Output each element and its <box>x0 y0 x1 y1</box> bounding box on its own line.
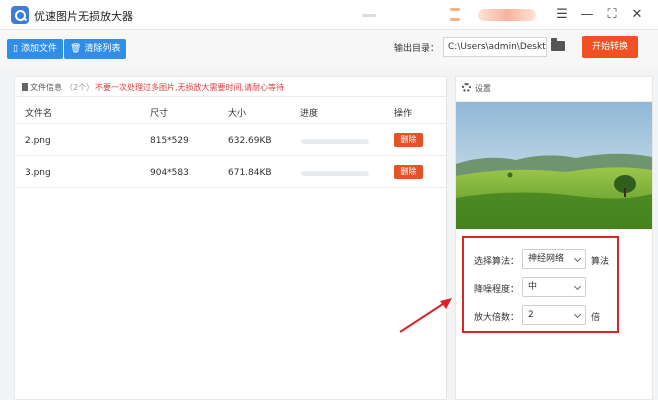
menu-icon[interactable]: ☰ <box>554 7 570 23</box>
file-dimensions: 815*529 <box>150 136 189 146</box>
clear-list-button[interactable]: 🗑 清除列表 <box>64 39 127 59</box>
gear-icon <box>462 83 471 92</box>
table-row[interactable]: 3.png 904*583 671.84KB 删除 <box>15 157 446 188</box>
warning-text: 不要一次处理过多图片,无损放大需要时间,请耐心等待 <box>95 83 285 92</box>
file-info-bar: 文件信息 （2个） 不要一次处理过多图片,无损放大需要时间,请耐心等待 <box>15 77 446 97</box>
col-dimensions: 尺寸 <box>150 109 169 119</box>
blurred-region <box>478 9 536 21</box>
file-size: 671.84KB <box>228 168 272 178</box>
image-preview <box>456 101 652 229</box>
col-progress: 进度 <box>300 109 319 119</box>
trash-icon: 🗑 <box>70 44 82 54</box>
close-icon[interactable]: ✕ <box>629 7 645 23</box>
file-icon: ▯ <box>13 44 18 54</box>
blurred-region <box>450 8 460 11</box>
chevron-down-icon <box>573 310 582 319</box>
file-name: 3.png <box>25 168 51 178</box>
file-list-panel: 文件信息 （2个） 不要一次处理过多图片,无损放大需要时间,请耐心等待 文件名 … <box>14 76 447 400</box>
scale-select[interactable]: 2 <box>522 305 586 325</box>
landscape-preview-image <box>456 102 652 229</box>
delete-button[interactable]: 删除 <box>394 165 423 179</box>
file-count: （2个） <box>65 83 95 92</box>
file-info-label: 文件信息 <box>30 83 62 92</box>
algorithm-label: 选择算法： <box>474 257 520 267</box>
add-file-button[interactable]: ▯ 添加文件 <box>7 39 63 59</box>
settings-label: 设置 <box>475 84 491 93</box>
document-icon <box>22 83 28 91</box>
chevron-down-icon <box>573 254 582 263</box>
title-bar: 优速图片无损放大器 ☰ — ⛶ ✕ <box>0 0 658 30</box>
denoise-label: 降噪程度： <box>474 285 520 295</box>
scale-suffix: 倍 <box>591 313 601 323</box>
start-convert-button[interactable]: 开始转换 <box>582 36 638 58</box>
app-title: 优速图片无损放大器 <box>34 10 133 23</box>
algorithm-suffix: 算法 <box>591 257 610 267</box>
table-row[interactable]: 2.png 815*529 632.69KB 删除 <box>15 125 446 156</box>
folder-icon[interactable] <box>551 38 565 51</box>
file-dimensions: 904*583 <box>150 168 189 178</box>
file-name: 2.png <box>25 136 51 146</box>
magnifier-icon <box>11 6 29 24</box>
denoise-select[interactable]: 中 <box>522 277 586 297</box>
blurred-region <box>450 18 460 21</box>
chevron-down-icon <box>573 282 582 291</box>
progress-bar <box>301 139 369 144</box>
file-size: 632.69KB <box>228 136 272 146</box>
settings-header: 设置 <box>456 77 652 99</box>
blurred-region <box>362 14 376 17</box>
algorithm-select[interactable]: 神经网络 <box>522 249 586 269</box>
col-filename: 文件名 <box>25 109 53 119</box>
col-action: 操作 <box>394 109 413 119</box>
annotation-arrow-icon <box>399 298 452 333</box>
col-filesize: 大小 <box>228 109 247 119</box>
progress-bar <box>301 171 369 176</box>
table-header: 文件名 尺寸 大小 进度 操作 <box>15 98 446 124</box>
output-dir-label: 输出目录： <box>394 44 440 54</box>
delete-button[interactable]: 删除 <box>394 133 423 147</box>
scale-label: 放大倍数： <box>474 313 520 323</box>
fullscreen-icon[interactable]: ⛶ <box>604 7 620 23</box>
minimize-icon[interactable]: — <box>579 7 595 23</box>
output-path-field[interactable]: C:\Users\admin\Deskto <box>443 37 547 57</box>
